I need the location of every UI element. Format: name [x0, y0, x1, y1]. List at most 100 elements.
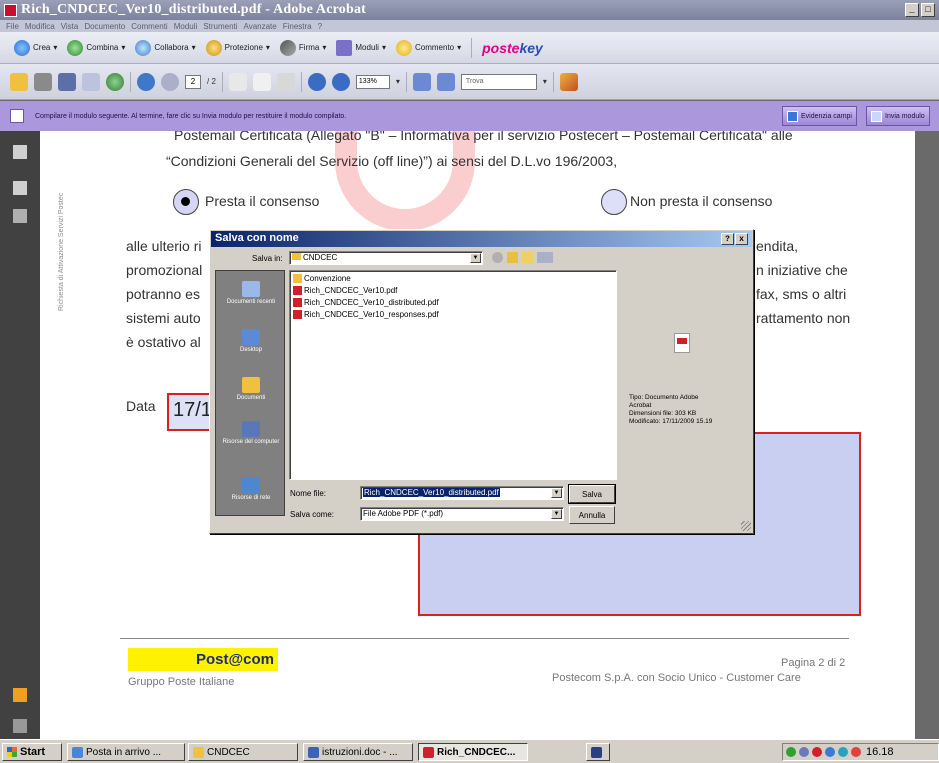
security-tray-icon[interactable] — [812, 747, 822, 757]
moduli-button[interactable]: Moduli ▾ — [336, 39, 386, 56]
window-controls: _ □ — [905, 3, 935, 17]
menu-file[interactable]: File — [6, 22, 19, 31]
zoom-out-icon[interactable] — [307, 72, 326, 91]
dialog-titlebar[interactable]: Salva con nome ? x — [211, 231, 752, 247]
menu-commenti[interactable]: Commenti — [131, 22, 167, 31]
filename-input[interactable]: Rich_CNDCEC_Ver10_distributed.pdf ▼ — [360, 486, 564, 500]
highlight-fields-button[interactable]: Evidenzia campi — [782, 106, 857, 126]
maximize-button[interactable]: □ — [921, 3, 935, 17]
menu-bar: File Modifica Vista Documento Commenti M… — [0, 20, 939, 32]
place-network[interactable]: Risorse di rete — [216, 477, 286, 501]
attachments-icon[interactable] — [13, 719, 27, 733]
documents-folder-icon — [242, 377, 260, 393]
zoom-in-icon[interactable] — [331, 72, 350, 91]
combina-button[interactable]: Combina ▾ — [67, 39, 125, 56]
new-folder-icon[interactable] — [522, 252, 533, 263]
task-misc[interactable] — [586, 743, 610, 761]
protezione-button[interactable]: Protezione ▾ — [205, 39, 270, 56]
consent-no-radio[interactable] — [601, 189, 627, 215]
zoom-level-select[interactable]: 133% — [355, 74, 390, 89]
signatures-icon[interactable] — [13, 209, 27, 223]
menu-modifica[interactable]: Modifica — [25, 22, 55, 31]
cancel-button[interactable]: Annulla — [569, 506, 615, 524]
menu-documento[interactable]: Documento — [84, 22, 125, 31]
acrobat-app-icon[interactable] — [4, 3, 17, 17]
place-desktop[interactable]: Desktop — [216, 329, 286, 353]
list-item[interactable]: Convenzione — [293, 274, 351, 283]
firma-button[interactable]: Firma ▾ — [279, 39, 326, 56]
task-word[interactable]: istruzioni.doc - ... — [303, 743, 413, 761]
page-number-input[interactable]: 2 — [185, 74, 201, 89]
list-item[interactable]: Rich_CNDCEC_Ver10_responses.pdf — [293, 310, 439, 319]
pages-icon[interactable] — [13, 145, 27, 159]
menu-moduli[interactable]: Moduli — [174, 22, 198, 31]
comments-icon[interactable] — [13, 688, 27, 702]
save-button[interactable]: Salva — [568, 484, 616, 504]
task-folder[interactable]: CNDCEC — [188, 743, 298, 761]
list-item[interactable]: Rich_CNDCEC_Ver10.pdf — [293, 286, 397, 295]
date-field[interactable]: 17/1 — [167, 393, 212, 431]
help-button[interactable]: ? — [721, 233, 734, 245]
volume-tray-icon[interactable] — [799, 747, 809, 757]
up-folder-icon[interactable] — [507, 252, 518, 263]
next-page-icon[interactable] — [161, 72, 179, 91]
update-tray-icon[interactable] — [825, 747, 835, 757]
find-dropdown-arrow[interactable]: ▾ — [543, 77, 547, 86]
back-icon[interactable] — [492, 252, 503, 263]
place-recent[interactable]: Documenti recenti — [216, 281, 286, 305]
menu-vista[interactable]: Vista — [61, 22, 79, 31]
hand-tool-icon[interactable] — [252, 72, 271, 91]
network-tray-icon[interactable] — [786, 747, 796, 757]
menu-avanzate[interactable]: Avanzate — [244, 22, 277, 31]
fit-width-icon[interactable] — [436, 72, 455, 91]
save-icon[interactable] — [58, 72, 76, 91]
start-button[interactable]: Start — [2, 743, 62, 761]
pdf-file-icon — [293, 298, 302, 307]
menu-strumenti[interactable]: Strumenti — [203, 22, 237, 31]
consent-yes-radio[interactable] — [173, 189, 199, 215]
task-acrobat[interactable]: Rich_CNDCEC... — [418, 743, 528, 761]
save-in-select[interactable]: CNDCEC ▼ — [289, 251, 483, 265]
word-icon — [308, 746, 319, 758]
list-item[interactable]: Rich_CNDCEC_Ver10_distributed.pdf — [293, 298, 439, 307]
print-icon[interactable] — [34, 72, 52, 91]
task-inbox[interactable]: Posta in arrivo ... — [67, 743, 185, 761]
find-input[interactable]: Trova — [460, 73, 537, 90]
file-type: Tipo: Documento Adobe Acrobat — [629, 394, 699, 409]
toolbar-separator — [130, 71, 131, 92]
previous-page-icon[interactable] — [137, 72, 155, 91]
web-icon[interactable] — [106, 72, 124, 91]
page-indicator: Pagina 2 di 2 — [781, 657, 846, 669]
place-computer[interactable]: Risorse del computer — [216, 421, 286, 445]
crea-button[interactable]: Crea ▾ — [14, 39, 57, 56]
document-scrollbar[interactable] — [915, 131, 939, 739]
menu-finestra[interactable]: Finestra — [283, 22, 312, 31]
zoom-dropdown-arrow[interactable]: ▾ — [396, 77, 400, 86]
messenger-tray-icon[interactable] — [838, 747, 848, 757]
pencil-icon[interactable] — [559, 72, 578, 91]
alert-tray-icon[interactable] — [851, 747, 861, 757]
close-button[interactable]: x — [735, 233, 748, 245]
submit-form-button[interactable]: Invia modulo — [866, 106, 930, 126]
postekey-button[interactable]: postekey — [482, 40, 543, 56]
computer-icon — [242, 421, 260, 437]
fit-page-icon[interactable] — [412, 72, 431, 91]
select-tool-icon[interactable] — [228, 72, 247, 91]
commento-button[interactable]: Commento ▾ — [395, 39, 461, 56]
collabora-button[interactable]: Collabora ▾ — [135, 39, 196, 56]
para-left-4: sistemi auto — [126, 310, 201, 326]
resize-grip[interactable] — [741, 521, 751, 531]
open-folder-icon[interactable] — [10, 72, 28, 91]
zoom-tool-icon[interactable] — [276, 72, 295, 91]
file-list[interactable]: Convenzione Rich_CNDCEC_Ver10.pdf Rich_C… — [289, 270, 617, 480]
menu-help[interactable]: ? — [318, 22, 322, 31]
savetype-select[interactable]: File Adobe PDF (*.pdf) ▼ — [360, 507, 564, 521]
clock[interactable]: 16.18 — [866, 746, 894, 758]
place-documents[interactable]: Documenti — [216, 377, 286, 401]
para-right-4: rattamento non — [756, 310, 851, 326]
email-icon[interactable] — [82, 72, 100, 91]
view-menu-icon[interactable] — [537, 252, 553, 263]
minimize-button[interactable]: _ — [905, 3, 919, 17]
window-titlebar[interactable]: Rich_CNDCEC_Ver10_distributed.pdf - Adob… — [0, 0, 939, 20]
bookmarks-icon[interactable] — [13, 181, 27, 195]
